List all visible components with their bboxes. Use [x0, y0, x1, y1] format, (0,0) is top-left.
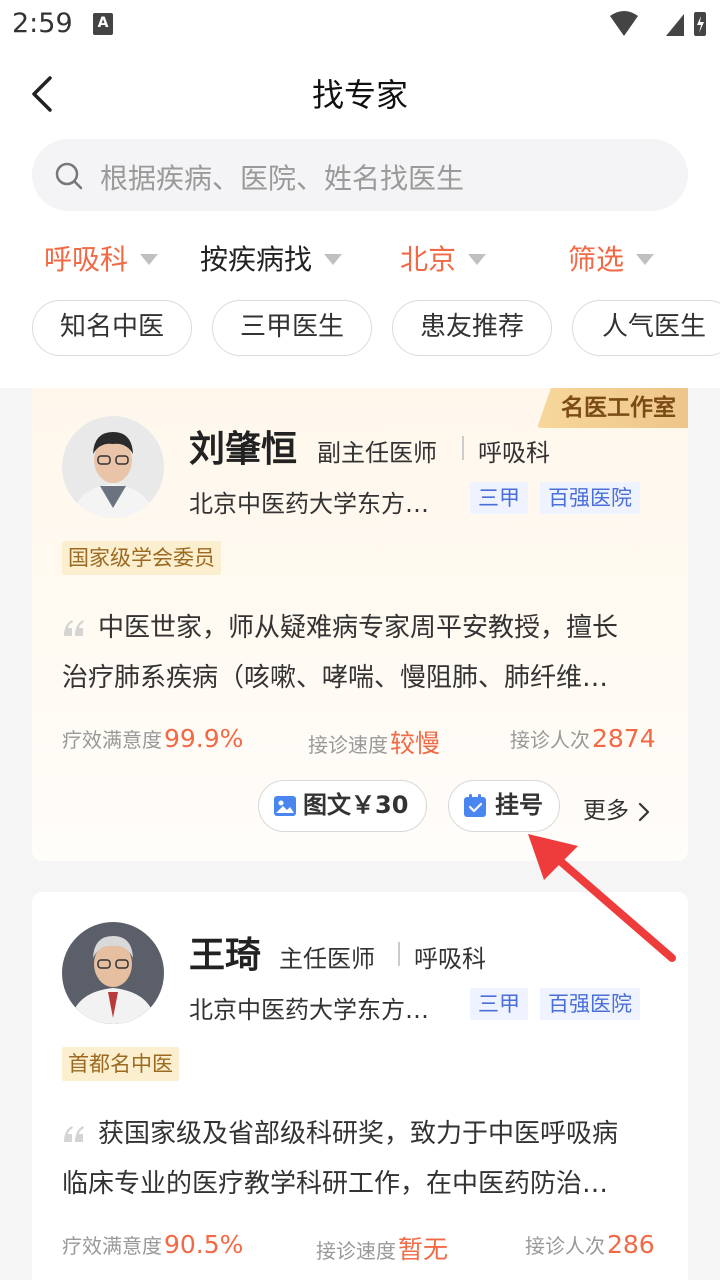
doctor-title: 主任医师 — [279, 945, 375, 973]
honor-tag: 首都名中医 — [62, 1047, 179, 1081]
stat-value: 较慢 — [390, 729, 441, 758]
dropdown-arrow-icon — [468, 253, 487, 265]
status-bar: 2:59 A — [0, 0, 720, 48]
intro-line: 临床专业的医疗教学科研工作，在中医药防治… — [62, 1169, 609, 1199]
image-consult-button[interactable]: 图文￥30 — [258, 780, 427, 832]
tag-top100: 百强医院 — [540, 988, 640, 1020]
status-icons — [610, 11, 706, 36]
doctor-name: 刘肇恒 — [189, 429, 298, 470]
intro-line: 中医世家，师从疑难病专家周平安教授，擅长 — [98, 613, 619, 643]
doctor-avatar — [62, 922, 164, 1024]
tag-top100: 百强医院 — [540, 482, 640, 514]
search-icon — [55, 162, 83, 190]
honor-tag: 国家级学会委员 — [62, 541, 221, 575]
wifi-icon — [610, 11, 638, 36]
more-button[interactable]: 更多 — [583, 791, 650, 825]
doctor-intro: 获国家级及省部级科研奖，致力于中医呼吸病 临床专业的医疗教学科研工作，在中医药防… — [62, 1109, 662, 1209]
stat-satisfaction: 疗效满意度99.9% — [62, 724, 243, 753]
stat-value: 286 — [607, 1230, 655, 1259]
dropdown-arrow-icon — [636, 253, 655, 265]
doctor-intro: 中医世家，师从疑难病专家周平安教授，擅长 治疗肺系疾病（咳嗽、哮喘、慢阻肺、肺纤… — [62, 603, 662, 703]
stat-label: 接诊速度 — [308, 733, 388, 757]
notification-a-icon: A — [93, 13, 113, 35]
stat-visits: 接诊人次2874 — [510, 724, 656, 753]
filter-city[interactable]: 北京 — [400, 238, 487, 278]
more-label: 更多 — [583, 798, 629, 824]
filter-screen-label: 筛选 — [568, 243, 625, 276]
tag-sanjia: 三甲 — [470, 482, 528, 514]
filter-department-label: 呼吸科 — [44, 243, 129, 276]
filter-screen[interactable]: 筛选 — [568, 238, 655, 278]
tag-sanjia: 三甲 — [470, 988, 528, 1020]
calendar-icon — [464, 794, 486, 817]
image-icon — [274, 796, 296, 816]
stat-visits: 接诊人次286 — [525, 1230, 655, 1259]
filter-disease[interactable]: 按疾病找 — [200, 238, 343, 278]
stat-satisfaction: 疗效满意度90.5% — [62, 1230, 243, 1259]
stat-label: 接诊人次 — [510, 728, 590, 752]
stat-value: 2874 — [592, 724, 656, 753]
divider — [462, 436, 464, 460]
doctor-dept: 呼吸科 — [414, 945, 486, 973]
stat-label: 接诊速度 — [316, 1239, 396, 1263]
dropdown-arrow-icon — [140, 253, 159, 265]
stat-label: 接诊人次 — [525, 1234, 605, 1258]
chip-patient-recommend[interactable]: 患友推荐 — [392, 300, 552, 356]
doctor-name: 王琦 — [189, 935, 262, 976]
doctor-title: 副主任医师 — [317, 439, 437, 467]
filter-disease-label: 按疾病找 — [200, 243, 313, 276]
stat-speed: 接诊速度较慢 — [308, 724, 440, 760]
stat-speed: 接诊速度暂无 — [316, 1230, 448, 1266]
stat-value: 90.5% — [164, 1230, 244, 1259]
doctor-hospital: 北京中医药大学东方… — [189, 490, 429, 518]
chip-famous-tcm[interactable]: 知名中医 — [32, 300, 192, 356]
studio-badge: 名医工作室 — [537, 388, 688, 428]
chip-popular[interactable]: 人气医生 — [572, 300, 720, 356]
status-time: 2:59 — [12, 8, 73, 39]
register-button[interactable]: 挂号 — [448, 780, 560, 832]
search-placeholder: 根据疾病、医院、姓名找医生 — [100, 162, 465, 195]
dropdown-arrow-icon — [324, 253, 343, 265]
doctor-dept: 呼吸科 — [478, 439, 550, 467]
stat-value: 99.9% — [164, 724, 244, 753]
search-input[interactable]: 根据疾病、医院、姓名找医生 — [32, 139, 688, 211]
stat-label: 疗效满意度 — [62, 728, 162, 752]
filter-department[interactable]: 呼吸科 — [44, 238, 159, 278]
stat-label: 疗效满意度 — [62, 1234, 162, 1258]
chip-top-hospital[interactable]: 三甲医生 — [212, 300, 372, 356]
register-label: 挂号 — [495, 791, 543, 819]
stat-value: 暂无 — [398, 1235, 449, 1264]
divider — [398, 942, 400, 966]
intro-line: 获国家级及省部级科研奖，致力于中医呼吸病 — [98, 1119, 619, 1149]
annotation-arrow-icon — [528, 834, 676, 962]
page-title: 找专家 — [311, 76, 408, 114]
doctor-hospital: 北京中医药大学东方… — [189, 996, 429, 1024]
doctor-card[interactable]: 名医工作室 刘肇恒 副主任医师 呼吸科 北京中医药大学东方… 三甲 百强医院 国… — [32, 388, 688, 861]
signal-icon — [666, 14, 684, 36]
image-consult-label: 图文￥30 — [303, 791, 409, 819]
filter-city-label: 北京 — [400, 243, 457, 276]
intro-line: 治疗肺系疾病（咳嗽、哮喘、慢阻肺、肺纤维… — [62, 663, 609, 693]
chevron-right-icon — [639, 802, 650, 821]
doctor-avatar — [62, 416, 164, 518]
